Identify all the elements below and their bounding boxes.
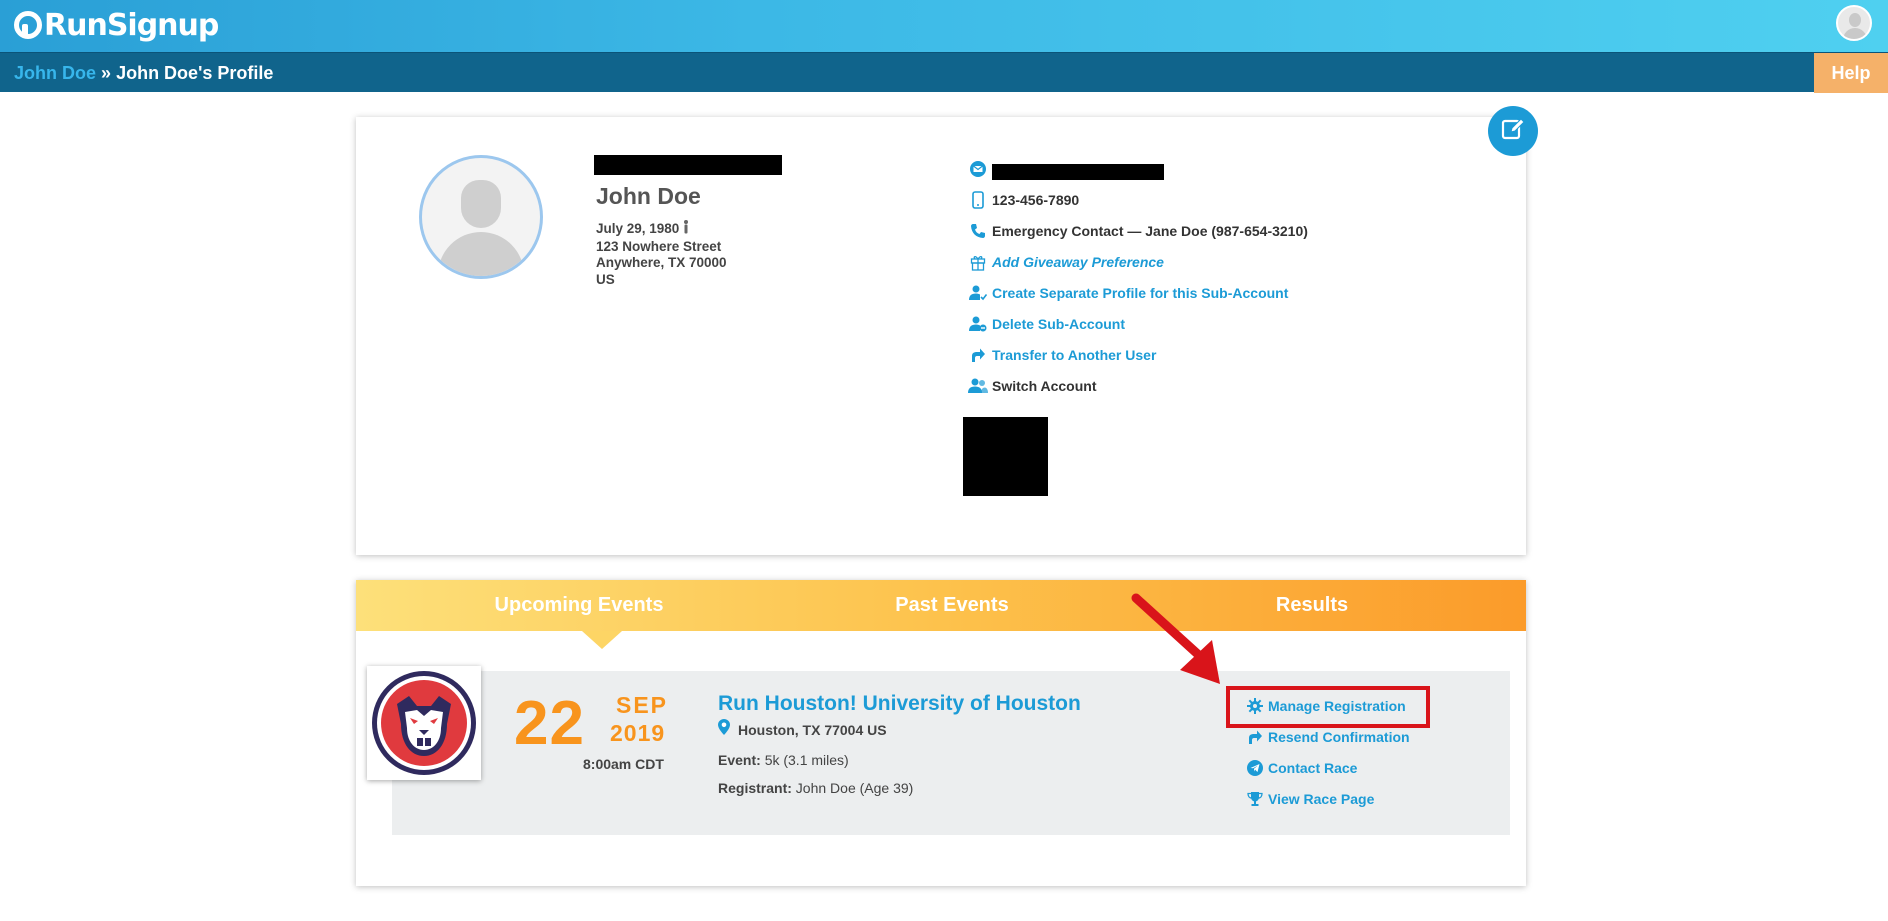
annotation-arrow [1130, 592, 1240, 697]
profile-details: July 29, 1980 123 Nowhere Street Anywher… [596, 220, 727, 288]
tab-upcoming-events[interactable]: Upcoming Events [356, 580, 802, 631]
event-month: SEP [616, 692, 669, 718]
location-pin-icon [718, 719, 730, 740]
top-bar: RunSignup [0, 0, 1888, 52]
redacted-email [992, 164, 1164, 180]
highlight-box [1226, 686, 1430, 728]
user-avatar[interactable] [1836, 5, 1872, 41]
delete-subaccount-row[interactable]: Delete Sub-Account [968, 314, 1125, 334]
help-button[interactable]: Help [1814, 53, 1888, 93]
events-tabs: Upcoming Events Past Events Results [356, 580, 1526, 631]
breadcrumb: John Doe » John Doe's Profile [14, 63, 273, 84]
transfer-icon [968, 345, 988, 365]
tab-past-events[interactable]: Past Events [802, 580, 1102, 631]
race-registrant-label: Registrant: [718, 780, 792, 796]
logo-mark-icon [14, 11, 42, 39]
race-event-info: Event: 5k (3.1 miles) [718, 752, 849, 768]
delete-subaccount-link[interactable]: Delete Sub-Account [992, 316, 1125, 332]
address-country: US [596, 271, 615, 287]
event-day: 22 [514, 689, 585, 758]
phone-icon [968, 190, 988, 210]
emergency-contact-row: Emergency Contact — Jane Doe (987-654-32… [968, 221, 1308, 241]
race-title-link[interactable]: Run Houston! University of Houston [718, 692, 1081, 716]
race-registrant-value: John Doe (Age 39) [795, 780, 914, 796]
giveaway-row[interactable]: Add Giveaway Preference [968, 252, 1164, 272]
switch-account-link[interactable]: Switch Account [992, 378, 1097, 394]
transfer-row[interactable]: Transfer to Another User [968, 345, 1156, 365]
profile-birthdate: July 29, 1980 [596, 221, 680, 236]
race-location: Houston, TX 77004 US [718, 719, 887, 740]
create-profile-row[interactable]: Create Separate Profile for this Sub-Acc… [968, 283, 1288, 303]
resend-confirmation-label: Resend Confirmation [1268, 729, 1410, 745]
send-icon [1244, 760, 1266, 776]
phone-number: 123-456-7890 [992, 192, 1080, 208]
address-line1: 123 Nowhere Street [596, 238, 722, 254]
email-row [968, 159, 1164, 180]
address-line2: Anywhere, TX 70000 [596, 255, 727, 270]
edit-icon [1500, 116, 1526, 147]
contact-race-label: Contact Race [1268, 760, 1358, 776]
emergency-contact: Emergency Contact — Jane Doe (987-654-32… [992, 223, 1308, 239]
transfer-link[interactable]: Transfer to Another User [992, 347, 1156, 363]
switch-account-row[interactable]: Switch Account [968, 376, 1097, 396]
user-remove-icon [968, 314, 988, 334]
active-tab-pointer [582, 631, 622, 649]
resend-confirmation-link[interactable]: Resend Confirmation [1244, 727, 1410, 747]
email-icon [968, 159, 988, 179]
giveaway-link[interactable]: Add Giveaway Preference [992, 254, 1164, 270]
runsignup-logo[interactable]: RunSignup [14, 6, 219, 44]
male-icon [683, 220, 689, 239]
switch-user-icon [968, 376, 988, 396]
event-year: 2019 [610, 720, 666, 746]
share-icon [1244, 729, 1266, 745]
event-time: 8:00am CDT [583, 756, 664, 772]
race-event-label: Event: [718, 752, 761, 768]
create-profile-link[interactable]: Create Separate Profile for this Sub-Acc… [992, 285, 1288, 301]
breadcrumb-separator: » [101, 63, 112, 83]
profile-name: John Doe [596, 183, 701, 209]
gift-icon [968, 252, 988, 272]
phone-row: 123-456-7890 [968, 190, 1079, 210]
contact-race-link[interactable]: Contact Race [1244, 758, 1357, 778]
view-race-page-link[interactable]: View Race Page [1244, 789, 1374, 809]
logo-text: RunSignup [44, 7, 219, 43]
race-logo[interactable] [367, 666, 481, 780]
race-registrant-info: Registrant: John Doe (Age 39) [718, 780, 913, 796]
trophy-icon [1244, 791, 1266, 807]
edit-profile-button[interactable] [1488, 106, 1538, 156]
race-location-text: Houston, TX 77004 US [738, 721, 887, 738]
view-race-page-label: View Race Page [1268, 791, 1375, 807]
breadcrumb-bar: John Doe » John Doe's Profile Help [0, 52, 1888, 93]
race-event-value: 5k (3.1 miles) [764, 752, 849, 768]
emergency-phone-icon [968, 221, 988, 241]
breadcrumb-current: John Doe's Profile [116, 63, 274, 83]
profile-avatar [419, 155, 543, 279]
breadcrumb-parent-link[interactable]: John Doe [14, 63, 96, 83]
redacted-username [594, 155, 782, 175]
user-add-icon [968, 283, 988, 303]
redacted-qr-image [963, 417, 1048, 496]
profile-card: John Doe July 29, 1980 123 Nowhere Stree… [356, 117, 1526, 555]
